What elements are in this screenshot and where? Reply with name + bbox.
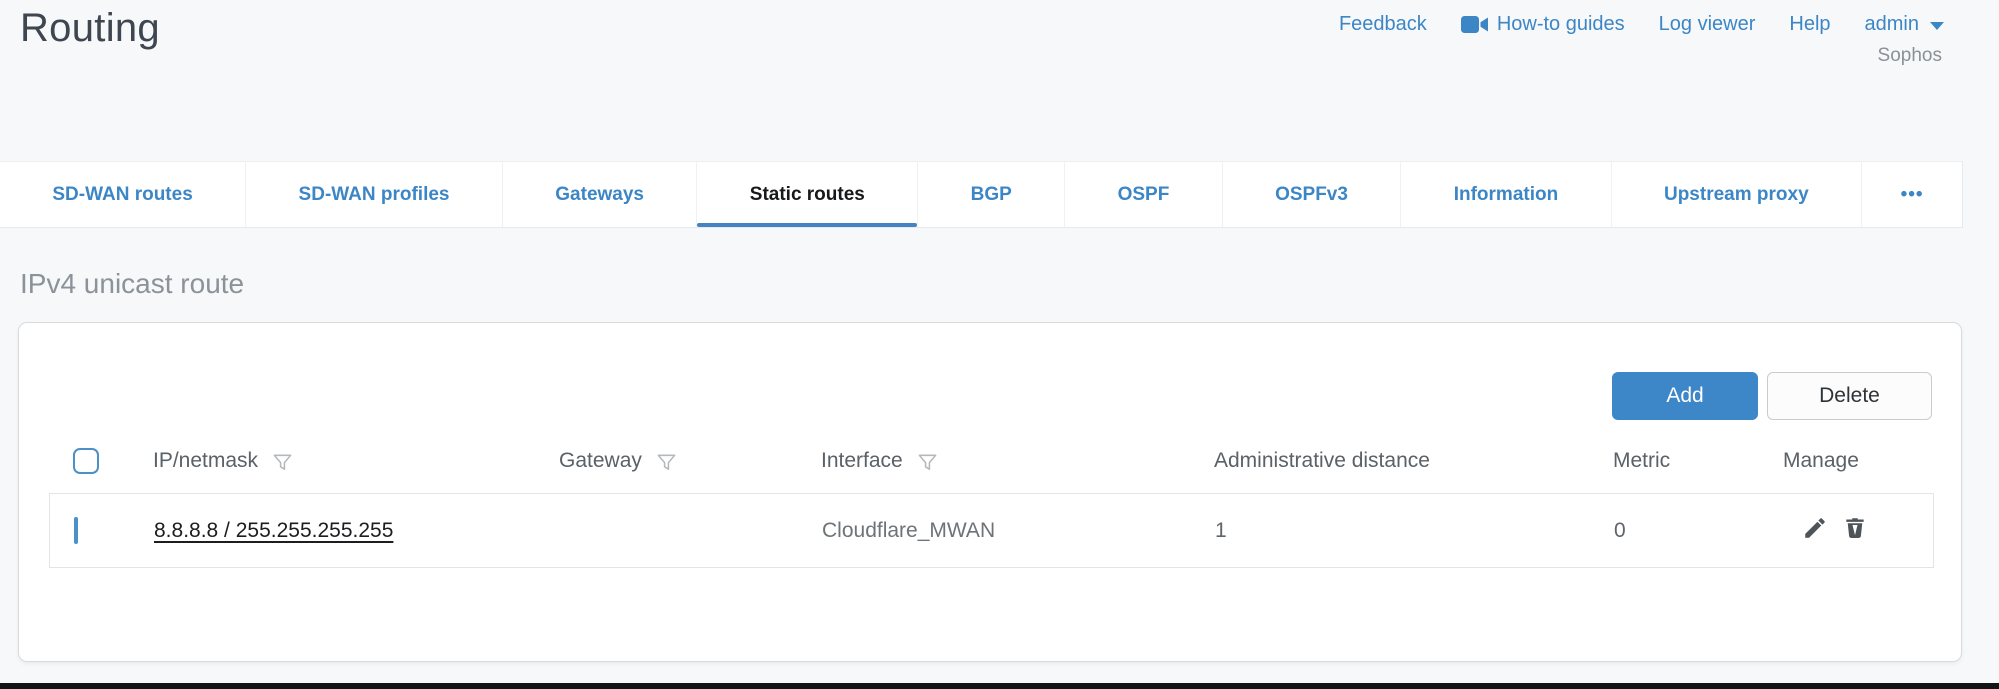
interface-cell: Cloudflare_MWAN [822,519,1215,543]
ip-netmask-cell: 8.8.8.8 / 255.255.255.255 [154,519,560,543]
column-header-metric: Metric [1613,449,1783,473]
ip-netmask-header-label: IP/netmask [153,449,258,473]
howto-guides-link[interactable]: How-to guides [1461,13,1625,36]
add-button[interactable]: Add [1612,372,1758,420]
admin-distance-header-label: Administrative distance [1214,449,1430,473]
tab-sdwan-routes[interactable]: SD-WAN routes [0,162,246,227]
tab-static-routes[interactable]: Static routes [697,162,918,227]
routing-tab-bar: SD-WAN routes SD-WAN profiles Gateways S… [0,161,1963,228]
static-routes-card: Add Delete IP/netmask Gateway Interface [18,322,1962,662]
howto-guides-label: How-to guides [1497,13,1625,36]
log-viewer-label: Log viewer [1659,13,1756,36]
column-header-manage: Manage [1783,449,1931,473]
delete-button[interactable]: Delete [1767,372,1932,420]
brand-label: Sophos [1878,45,1942,67]
column-header-admin-distance: Administrative distance [1214,449,1613,473]
admin-menu-label: admin [1865,13,1919,36]
bottom-edge-strip [0,683,1999,689]
table-toolbar: Add Delete [1612,372,1932,420]
feedback-link-label: Feedback [1339,13,1427,36]
section-heading: IPv4 unicast route [20,268,244,300]
tab-bgp[interactable]: BGP [918,162,1065,227]
column-header-interface: Interface [821,448,1214,474]
feedback-link[interactable]: Feedback [1339,13,1427,36]
filter-funnel-icon[interactable] [271,448,294,474]
page-header: Routing Feedback How-to guides Log viewe… [0,0,1999,161]
tab-more-ellipsis[interactable]: ••• [1862,162,1962,227]
row-checkbox[interactable] [74,517,78,544]
metric-cell: 0 [1614,519,1784,543]
tab-upstream-proxy[interactable]: Upstream proxy [1612,162,1862,227]
tab-information[interactable]: Information [1401,162,1611,227]
admin-menu[interactable]: admin [1865,13,1944,36]
filter-funnel-icon[interactable] [655,448,678,474]
gateway-header-label: Gateway [559,449,642,473]
help-label: Help [1789,13,1830,36]
metric-header-label: Metric [1613,449,1670,473]
column-header-gateway: Gateway [559,448,821,474]
help-link[interactable]: Help [1789,13,1830,36]
interface-header-label: Interface [821,449,903,473]
top-navigation: Feedback How-to guides Log viewer Help a… [1339,13,1944,36]
caret-down-icon [1930,22,1944,30]
filter-funnel-icon[interactable] [916,448,939,474]
manage-cell [1802,515,1933,547]
admin-distance-cell: 1 [1215,519,1614,543]
select-all-checkbox[interactable] [73,448,99,474]
log-viewer-link[interactable]: Log viewer [1659,13,1756,36]
table-row: 8.8.8.8 / 255.255.255.255 Cloudflare_MWA… [49,493,1934,568]
page-title: Routing [20,6,160,51]
row-select-cell [50,519,154,543]
trash-icon[interactable] [1842,515,1868,547]
ip-netmask-link[interactable]: 8.8.8.8 / 255.255.255.255 [154,519,393,542]
tab-gateways[interactable]: Gateways [503,162,698,227]
tab-ospf[interactable]: OSPF [1065,162,1223,227]
tab-ospfv3[interactable]: OSPFv3 [1223,162,1402,227]
video-camera-icon [1461,15,1488,34]
tab-sdwan-profiles[interactable]: SD-WAN profiles [246,162,503,227]
table-header-row: IP/netmask Gateway Interface [49,438,1931,484]
select-all-cell [49,448,153,474]
manage-header-label: Manage [1783,449,1859,473]
edit-pencil-icon[interactable] [1802,515,1828,547]
column-header-ip-netmask: IP/netmask [153,448,559,474]
